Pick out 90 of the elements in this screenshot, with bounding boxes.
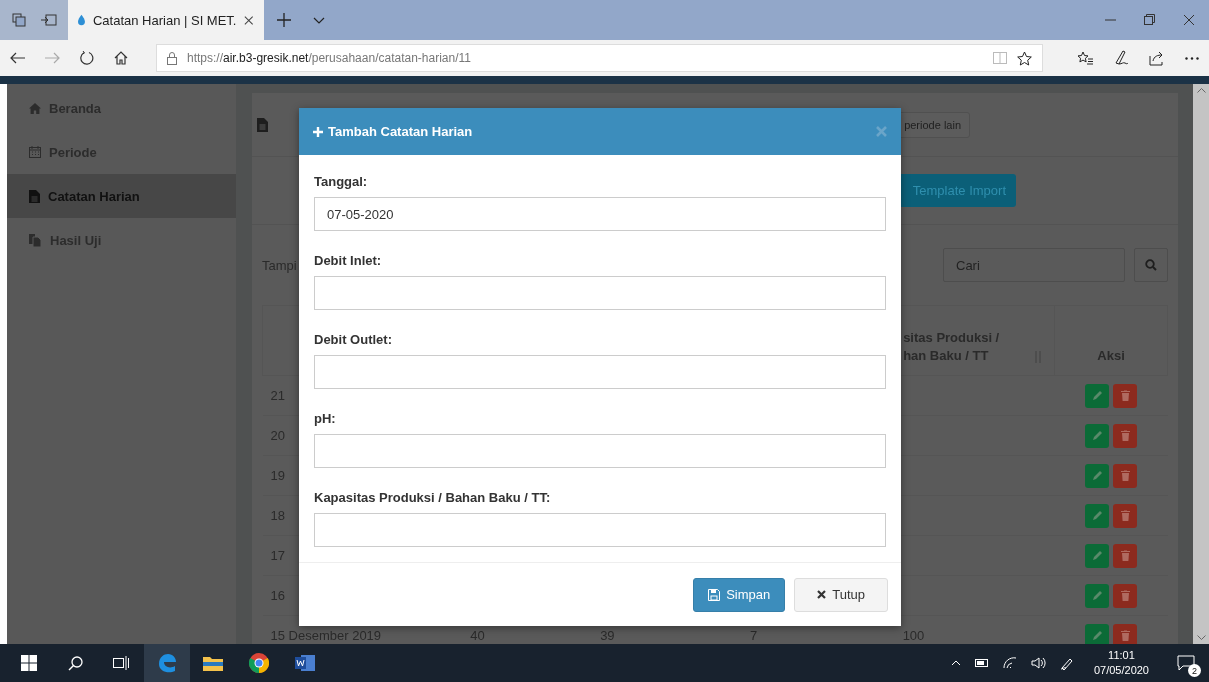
delete-button[interactable] xyxy=(1113,383,1137,408)
refresh-icon[interactable] xyxy=(80,51,94,65)
input-field[interactable]: 07-05-2020 xyxy=(314,197,886,232)
delete-button[interactable] xyxy=(1113,543,1137,568)
input-field[interactable] xyxy=(314,276,886,311)
delete-button[interactable] xyxy=(1113,423,1137,448)
lock-icon xyxy=(167,51,177,65)
water-drop-icon xyxy=(78,14,85,26)
pen-icon[interactable] xyxy=(1113,50,1129,66)
clock[interactable]: 11:01 07/05/2020 xyxy=(1087,648,1155,678)
trash-icon xyxy=(1120,510,1130,521)
scroll-up-icon[interactable] xyxy=(1196,88,1206,93)
pencil-icon xyxy=(1091,630,1103,642)
edit-button[interactable] xyxy=(1085,543,1109,568)
more-icon[interactable] xyxy=(1185,56,1199,60)
address-bar[interactable]: https://air.b3-gresik.net/perusahaan/catatan-harian/11 xyxy=(156,44,1043,72)
reading-view-icon[interactable] xyxy=(993,52,1007,64)
trash-icon xyxy=(1120,390,1130,401)
pen-icon[interactable] xyxy=(1059,656,1074,670)
save-button[interactable]: Simpan xyxy=(693,577,786,612)
home-icon xyxy=(29,102,41,114)
input-field[interactable] xyxy=(314,513,886,548)
pencil-icon xyxy=(1091,510,1103,521)
edit-button[interactable] xyxy=(1085,623,1109,644)
calendar-icon xyxy=(29,146,41,158)
share-icon[interactable] xyxy=(1149,50,1165,66)
task-view-icon[interactable] xyxy=(113,656,129,670)
action-center-button[interactable]: 2 xyxy=(1169,646,1203,680)
edit-button[interactable] xyxy=(1085,583,1109,608)
delete-button[interactable] xyxy=(1113,583,1137,608)
delete-button[interactable] xyxy=(1113,463,1137,488)
trash-icon xyxy=(1120,590,1130,601)
edit-button[interactable] xyxy=(1085,383,1109,408)
input-field[interactable] xyxy=(314,355,886,390)
field-label: Tanggal: xyxy=(314,173,369,192)
scrollbar[interactable] xyxy=(1193,84,1209,644)
edit-button[interactable] xyxy=(1085,503,1109,528)
field-label: Debit Inlet: xyxy=(314,252,383,271)
field-label: Kapasitas Produksi / Bahan Baku / TT: xyxy=(314,489,552,508)
delete-button[interactable] xyxy=(1113,503,1137,528)
browser-tab[interactable]: Catatan Harian | SI MET. xyxy=(68,0,264,40)
battery-icon[interactable] xyxy=(974,659,989,667)
star-icon[interactable] xyxy=(1017,50,1032,66)
restore-tabs-icon[interactable] xyxy=(41,14,57,26)
tabs-aside-icon[interactable] xyxy=(12,13,26,27)
trash-icon xyxy=(1120,630,1130,642)
windows-start-icon[interactable] xyxy=(21,655,37,671)
pencil-icon xyxy=(1091,390,1103,401)
pencil-icon xyxy=(1091,430,1103,441)
forward-arrow-icon[interactable] xyxy=(45,52,60,64)
input-field[interactable] xyxy=(314,434,886,469)
word-icon[interactable] xyxy=(295,654,315,672)
close-icon[interactable] xyxy=(1183,14,1195,26)
chevron-up-icon[interactable] xyxy=(950,660,961,666)
back-arrow-icon[interactable] xyxy=(10,52,25,64)
plus-icon xyxy=(313,126,323,137)
search-field[interactable]: Cari xyxy=(943,248,1125,282)
folder-icon[interactable] xyxy=(203,655,223,671)
search-button[interactable] xyxy=(1134,248,1168,282)
close-icon xyxy=(876,126,887,138)
edge-browser-icon[interactable] xyxy=(157,653,177,673)
volume-icon[interactable] xyxy=(1030,657,1046,669)
chevron-down-icon[interactable] xyxy=(313,16,325,24)
pencil-icon xyxy=(1091,590,1103,601)
search-icon[interactable] xyxy=(67,655,83,671)
restore-icon[interactable] xyxy=(1144,14,1155,25)
edit-button[interactable] xyxy=(1085,463,1109,488)
field-label: Debit Outlet: xyxy=(314,331,393,350)
trash-icon xyxy=(1120,470,1130,481)
home-icon[interactable] xyxy=(114,51,128,65)
wifi-icon[interactable] xyxy=(1002,657,1017,669)
pencil-icon xyxy=(1091,550,1103,561)
edit-button[interactable] xyxy=(1085,423,1109,448)
close-icon xyxy=(817,590,827,600)
close-icon[interactable] xyxy=(244,14,254,26)
chrome-icon[interactable] xyxy=(249,653,269,673)
scroll-down-icon[interactable] xyxy=(1196,635,1206,640)
field-label: pH: xyxy=(314,410,337,429)
document-icon xyxy=(29,189,40,203)
modal-title: Tambah Catatan Harian xyxy=(313,124,473,140)
search-icon xyxy=(1145,259,1157,271)
document-icon xyxy=(257,117,268,132)
plus-icon[interactable] xyxy=(277,13,291,27)
trash-icon xyxy=(1120,430,1130,441)
pencil-icon xyxy=(1091,470,1103,481)
delete-button[interactable] xyxy=(1113,623,1137,644)
close-button[interactable]: Tutup xyxy=(794,577,888,612)
trash-icon xyxy=(1120,550,1130,561)
documents-icon xyxy=(29,233,42,247)
favorites-icon[interactable] xyxy=(1077,51,1093,65)
